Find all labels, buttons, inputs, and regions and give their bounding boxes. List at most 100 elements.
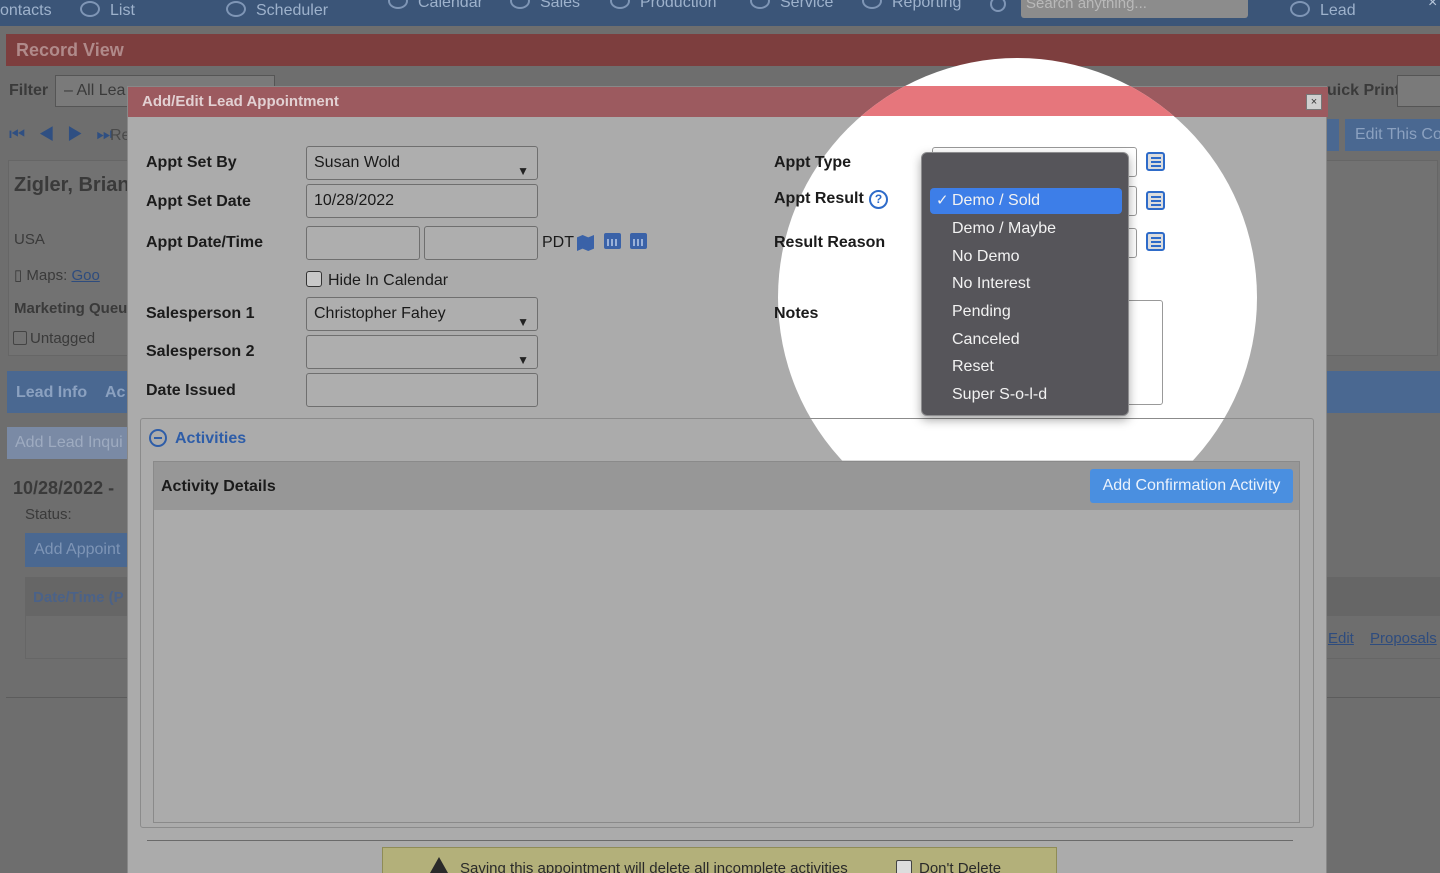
status-label: Status:	[25, 506, 72, 523]
activities-title[interactable]: Activities	[175, 430, 246, 448]
option-label: Demo / Maybe	[952, 220, 1057, 237]
dont-delete-checkbox[interactable]	[896, 860, 912, 873]
chevron-down-icon: ▼	[517, 164, 529, 178]
quick-print-select[interactable]	[1397, 75, 1440, 107]
proposals-link[interactable]: Proposals	[1370, 630, 1437, 647]
dropdown-option-demo-sold[interactable]: ✓ Demo / Sold	[930, 188, 1122, 214]
edit-link[interactable]: Edit	[1328, 630, 1354, 647]
nav-calendar[interactable]: Calendar	[388, 0, 483, 18]
option-label: No Interest	[952, 275, 1031, 292]
nav-label: List	[110, 2, 135, 19]
checkbox[interactable]	[13, 331, 27, 345]
filter-label: Filter	[9, 82, 49, 99]
appt-set-date-input[interactable]: 10/28/2022	[306, 184, 538, 218]
appt-set-by-select[interactable]: Susan Wold ▼	[306, 146, 538, 180]
option-label: Reset	[952, 358, 994, 375]
warning-text: Saving this appointment will delete all …	[460, 860, 848, 873]
chart-icon	[862, 0, 882, 9]
option-label: Pending	[952, 303, 1011, 320]
dropdown-option-no-interest[interactable]: No Interest	[930, 271, 1122, 297]
appt-type-label: Appt Type	[774, 154, 852, 171]
chevron-down-icon: ▼	[517, 315, 529, 329]
chevron-down-icon: ▼	[517, 353, 529, 367]
untagged-checkbox[interactable]: Untagged	[13, 330, 95, 347]
collapse-icon[interactable]	[149, 429, 167, 447]
nav-label: Production	[640, 0, 717, 11]
nav-label: Service	[780, 0, 834, 11]
nav-label: Sales	[540, 0, 581, 11]
modal-close-button[interactable]: ×	[1306, 94, 1322, 110]
calendar-week-icon[interactable]	[630, 233, 647, 249]
clock-icon	[226, 1, 246, 17]
nav-label: Lead	[1320, 2, 1356, 19]
list-icon[interactable]	[1146, 152, 1165, 171]
dropdown-option-reset[interactable]: Reset	[930, 354, 1122, 380]
date-issued-input[interactable]	[306, 373, 538, 407]
dropdown-option-no-demo[interactable]: No Demo	[930, 244, 1122, 270]
plus-circle-icon	[1290, 1, 1310, 17]
appointment-heading: 10/28/2022 -	[13, 478, 115, 498]
list-icon[interactable]	[1146, 232, 1165, 251]
add-lead-inquiry-button[interactable]: Add Lead Inqui	[7, 427, 147, 459]
handshake-icon	[510, 0, 530, 9]
nav-service[interactable]: Service	[750, 0, 833, 18]
dropdown-option-canceled[interactable]: Canceled	[930, 327, 1122, 353]
tab-activities[interactable]: Ac	[105, 384, 125, 402]
dropdown-option-demo-maybe[interactable]: Demo / Maybe	[930, 216, 1122, 242]
map-icon[interactable]	[577, 235, 594, 251]
select-value: Susan Wold	[314, 154, 400, 171]
dont-delete-label: Don't Delete	[919, 860, 1002, 873]
untagged-label: Untagged	[30, 330, 96, 347]
edit-contact-button[interactable]: Edit This Co	[1345, 119, 1440, 151]
list-icon	[80, 1, 100, 17]
nav-label: Reporting	[892, 0, 962, 11]
nav-list[interactable]: List	[80, 0, 135, 26]
nav-add-lead[interactable]: Lead	[1290, 0, 1356, 26]
nav-sales[interactable]: Sales	[510, 0, 580, 18]
toolbar-button[interactable]	[1327, 119, 1339, 151]
calendar-icon	[388, 0, 408, 9]
calendar-icon[interactable]	[604, 233, 621, 249]
activity-details-header: Activity Details	[161, 478, 276, 495]
activities-table	[153, 461, 1300, 823]
appt-time-input[interactable]	[424, 226, 538, 260]
dropdown-option-super-sold[interactable]: Super S-o-l-d	[930, 382, 1122, 408]
help-icon[interactable]: ?	[869, 190, 888, 209]
appt-result-label: Appt Result	[774, 190, 864, 207]
map-icon: ▯	[14, 267, 27, 284]
select-value: Christopher Fahey	[314, 305, 446, 322]
nav-label: Scheduler	[256, 2, 329, 19]
maps-row: ▯ Maps: Goo	[14, 266, 100, 284]
checkmark-icon: ✓	[936, 192, 949, 209]
search-input[interactable]: Search anything...	[1021, 0, 1248, 18]
quick-print-label: uick Print	[1327, 82, 1400, 99]
close-icon[interactable]: ×	[1428, 0, 1437, 12]
notes-label: Notes	[774, 305, 819, 322]
salesperson2-select[interactable]: ▼	[306, 335, 538, 369]
appt-set-date-label: Appt Set Date	[146, 193, 251, 210]
wrench-icon	[750, 0, 770, 9]
record-pager[interactable]: ⏮ ◀ ▶ ⏭	[9, 124, 117, 145]
nav-contacts[interactable]: ontacts	[0, 0, 52, 26]
appt-date-input[interactable]	[306, 226, 420, 260]
result-reason-label: Result Reason	[774, 234, 886, 251]
warning-icon	[430, 857, 448, 873]
dropdown-option-pending[interactable]: Pending	[930, 299, 1122, 325]
record-view-bar: Record View	[6, 34, 1440, 66]
contact-country: USA	[14, 231, 45, 248]
nav-label: ontacts	[0, 2, 52, 19]
option-label: Demo / Sold	[952, 192, 1041, 209]
add-confirmation-activity-button[interactable]: Add Confirmation Activity	[1090, 469, 1293, 503]
tab-lead-info[interactable]: Lead Info	[16, 384, 87, 402]
hide-in-calendar-checkbox[interactable]	[306, 271, 322, 287]
nav-reporting[interactable]: Reporting	[862, 0, 961, 18]
footer-divider	[147, 840, 1293, 841]
maps-link[interactable]: Goo	[71, 267, 99, 284]
spotlight-header-band	[778, 86, 1257, 116]
nav-label: Calendar	[418, 0, 483, 11]
nav-scheduler[interactable]: Scheduler	[226, 0, 328, 26]
list-icon[interactable]	[1146, 191, 1165, 210]
nav-production[interactable]: Production	[610, 0, 717, 18]
salesperson1-select[interactable]: Christopher Fahey ▼	[306, 297, 538, 331]
contact-name: Zigler, Brian	[14, 174, 130, 196]
